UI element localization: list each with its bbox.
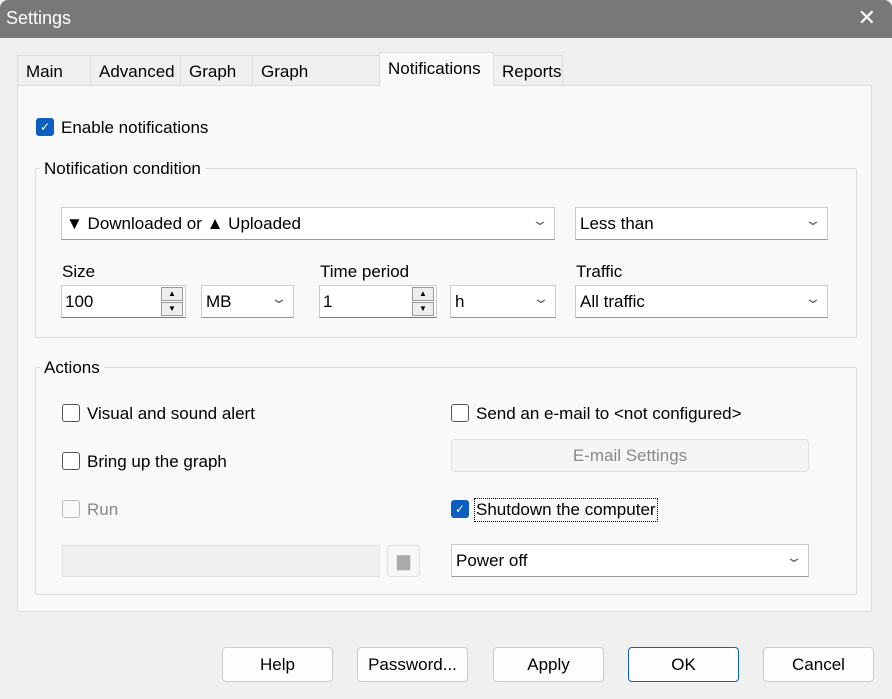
size-unit-dropdown[interactable]: MB ⌄	[201, 285, 294, 318]
time-unit-dropdown[interactable]: h ⌄	[450, 285, 556, 318]
traffic-dropdown[interactable]: All traffic ⌄	[575, 285, 828, 318]
chevron-down-icon: ⌄	[270, 290, 288, 306]
group-legend: Notification condition	[40, 159, 205, 179]
title-bar: Settings ✕	[0, 0, 892, 38]
size-input[interactable]: 100 ▲ ▼	[61, 285, 186, 318]
time-period-input[interactable]: 1 ▲ ▼	[319, 285, 437, 318]
tab-label: Reports	[502, 62, 562, 81]
direction-dropdown[interactable]: ▼ Downloaded or ▲ Uploaded ⌄	[61, 207, 555, 240]
tab-label: Main	[26, 62, 63, 81]
chevron-down-icon: ⌄	[785, 549, 803, 565]
password-button[interactable]: Password...	[357, 647, 468, 682]
spin-up-button[interactable]: ▲	[412, 287, 434, 301]
close-icon[interactable]: ✕	[858, 5, 876, 31]
comparison-dropdown[interactable]: Less than ⌄	[575, 207, 828, 240]
tab-label: Graph	[189, 62, 237, 81]
shutdown-checkbox[interactable]: ✓	[451, 500, 469, 518]
button-label: Cancel	[792, 655, 845, 674]
time-period-label: Time period	[320, 262, 410, 281]
tab-label: Advanced	[99, 62, 175, 81]
tab-graph-colours[interactable]: Graph Colours	[252, 55, 380, 101]
dropdown-value: h	[455, 292, 465, 311]
tab-graph[interactable]: Graph	[180, 55, 253, 86]
email-label: Send an e-mail to <not configured>	[476, 404, 742, 423]
enable-notifications-label: Enable notifications	[61, 118, 209, 137]
group-legend: Actions	[40, 358, 104, 378]
shutdown-mode-dropdown[interactable]: Power off ⌄	[451, 544, 809, 577]
apply-button[interactable]: Apply	[493, 647, 604, 682]
shutdown-label: Shutdown the computer	[474, 498, 658, 522]
tab-main[interactable]: Main	[17, 55, 92, 86]
traffic-label: Traffic	[576, 262, 623, 281]
spin-up-button[interactable]: ▲	[161, 287, 183, 301]
email-checkbox[interactable]	[451, 404, 469, 422]
enable-notifications-checkbox[interactable]: ✓	[36, 118, 54, 136]
cancel-button[interactable]: Cancel	[763, 647, 874, 682]
chevron-down-icon: ⌄	[804, 212, 822, 228]
button-label: Apply	[527, 655, 570, 674]
chevron-down-icon: ⌄	[804, 290, 822, 306]
button-label: OK	[671, 655, 696, 674]
tab-advanced[interactable]: Advanced	[90, 55, 181, 86]
ok-button[interactable]: OK	[628, 647, 739, 682]
button-label: Help	[260, 655, 295, 674]
chevron-down-icon: ⌄	[532, 290, 550, 306]
tab-label: Notifications	[388, 59, 481, 78]
tab-notifications[interactable]: Notifications	[379, 52, 494, 86]
chevron-down-icon: ⌄	[531, 212, 549, 228]
folder-icon: ▆	[396, 551, 411, 570]
browse-folder-button[interactable]: ▆	[387, 545, 420, 577]
dropdown-value: MB	[206, 292, 232, 311]
input-value: 1	[323, 292, 333, 311]
tab-reports[interactable]: Reports	[493, 55, 563, 86]
button-label: E-mail Settings	[572, 446, 688, 465]
email-settings-button[interactable]: E-mail Settings	[451, 439, 809, 472]
spin-down-button[interactable]: ▼	[412, 302, 434, 316]
bring-graph-label: Bring up the graph	[87, 452, 227, 471]
run-label: Run	[87, 500, 119, 519]
bring-graph-checkbox[interactable]	[62, 452, 80, 470]
dropdown-value: All traffic	[580, 292, 645, 311]
window-title: Settings	[6, 8, 72, 28]
size-label: Size	[62, 262, 96, 281]
run-checkbox[interactable]	[62, 500, 80, 518]
run-path-input[interactable]	[62, 545, 380, 577]
dropdown-value: Power off	[456, 551, 528, 570]
visual-alert-checkbox[interactable]	[62, 404, 80, 422]
button-label: Password...	[368, 655, 457, 674]
dropdown-value: Less than	[580, 214, 654, 233]
help-button[interactable]: Help	[222, 647, 333, 682]
visual-alert-label: Visual and sound alert	[87, 404, 255, 423]
dropdown-value: ▼ Downloaded or ▲ Uploaded	[66, 214, 301, 233]
input-value: 100	[65, 292, 94, 311]
spin-down-button[interactable]: ▼	[161, 302, 183, 316]
